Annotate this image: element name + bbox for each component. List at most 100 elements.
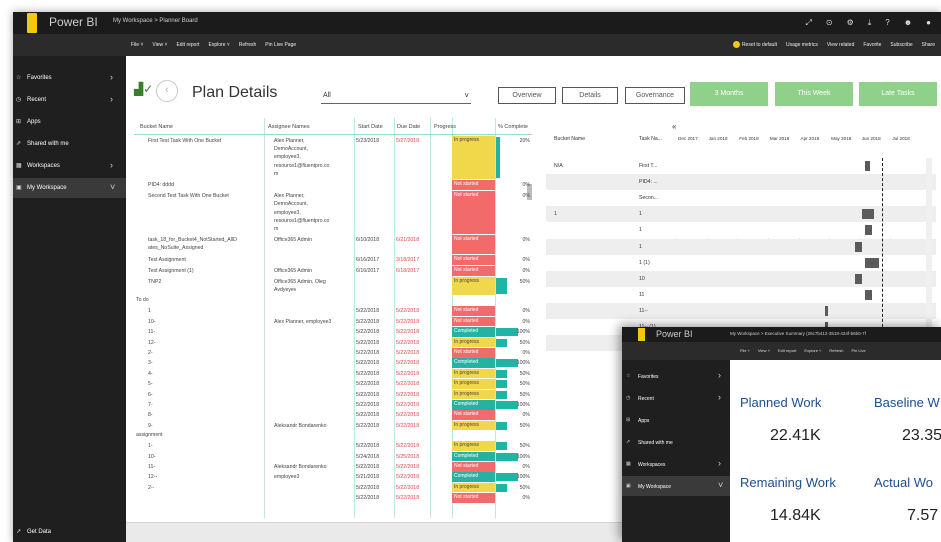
overlay-nav-item[interactable]: ▦ Workspaces › <box>622 454 730 474</box>
cmd-item[interactable]: Edit report <box>176 42 199 48</box>
cmd-item[interactable]: View ˅ <box>152 42 167 48</box>
col-header-progress[interactable]: Progress <box>434 124 456 130</box>
gantt-bar[interactable] <box>854 241 863 252</box>
nav-item-favorites[interactable]: ☆ Favorites › <box>13 68 126 88</box>
gantt-row[interactable]: 11 <box>546 206 936 223</box>
overlay-nav-item[interactable]: ⇗ Shared with me <box>622 432 730 452</box>
gantt-bar[interactable] <box>854 273 863 284</box>
gantt-row[interactable]: 1 <box>546 238 936 255</box>
gantt-task: 1 <box>639 211 642 218</box>
settings-icon[interactable]: ⚙ <box>847 18 854 28</box>
progress-cell: Not started <box>452 265 495 276</box>
col-divider <box>354 118 355 518</box>
overlay-cmd-item[interactable]: Pin Live <box>851 348 865 353</box>
cmd-item[interactable]: File ˅ <box>131 42 143 48</box>
gantt-row[interactable]: 1 <box>546 222 936 239</box>
nav-item-recent[interactable]: ◷ Recent › <box>13 90 126 110</box>
table-cell-start: 5/23/2018 <box>356 138 380 144</box>
table-cell-due: 5/22/2018 <box>396 318 420 325</box>
overlay-command-bar: File ˅ View ˅ Edit report Explore ˅ Refresh P… <box>622 342 941 360</box>
chart-logo-icon: ▟✓ <box>134 82 154 96</box>
overlay-nav-item[interactable]: ◷ Recent › <box>622 388 730 408</box>
cmd-item[interactable]: Pin Live Page <box>265 42 296 48</box>
governance-button[interactable]: Governance <box>625 87 685 104</box>
gantt-header-bucket[interactable]: Bucket Name <box>554 136 585 142</box>
progress-cell: Completed <box>452 327 495 337</box>
notifications-icon[interactable]: ⊙ <box>826 18 833 28</box>
cmd-item[interactable]: Reset to default <box>732 41 777 48</box>
download-icon[interactable]: ⤓ <box>868 18 872 28</box>
gantt-header-task[interactable]: Task Na... <box>639 136 662 142</box>
overlay-cmd-item[interactable]: Refresh <box>829 348 843 353</box>
back-button[interactable]: ‹ <box>156 80 178 102</box>
gantt-bucket: 1 <box>554 211 557 218</box>
cmd-item[interactable]: Share <box>922 42 935 48</box>
gantt-bar[interactable] <box>864 225 872 236</box>
overlay-cmd-item[interactable]: View ˅ <box>758 348 770 353</box>
cmd-item[interactable]: Refresh <box>239 42 257 48</box>
overlay-nav-label: Apps <box>638 418 650 424</box>
collapse-icon[interactable]: « <box>672 122 676 131</box>
overlay-cmd-item[interactable]: Explore ˅ <box>804 348 821 353</box>
gantt-bar[interactable] <box>825 305 828 316</box>
help-icon[interactable]: ? <box>885 18 889 28</box>
table-cell-bucket: Test Assignment (1) <box>148 267 194 274</box>
table-cell-assignee: employee3, <box>274 154 301 161</box>
overlay-nav-item[interactable]: ⊞ Apps <box>622 410 730 430</box>
gantt-row[interactable]: 11 <box>546 286 936 303</box>
gantt-row[interactable]: Secon... <box>546 190 936 207</box>
overlay-command-items: File ˅ View ˅ Edit report Explore ˅ Refresh P… <box>740 348 866 353</box>
table-cell-assignee: Office365 Admin, Oleg <box>274 279 326 285</box>
three-months-button[interactable]: 3 Months <box>690 82 768 106</box>
account-icon[interactable]: ● <box>926 18 931 28</box>
table-cell-due: 6/18/2017 <box>396 267 420 274</box>
table-cell-start: 5/22/2018 <box>356 443 380 450</box>
overlay-cmd-item[interactable]: File ˅ <box>740 348 750 353</box>
nav-item-workspaces[interactable]: ▦ Workspaces › <box>13 156 126 176</box>
gantt-bar[interactable] <box>864 161 870 171</box>
col-header-pct[interactable]: % Complete <box>498 124 528 130</box>
details-button[interactable]: Details <box>562 87 618 104</box>
overlay-cmd-item[interactable]: Edit report <box>778 348 796 353</box>
nav-item-my-workspace[interactable]: ▣ My Workspace ˅ <box>13 178 126 198</box>
table-cell-due: 5/25/2018 <box>396 453 420 460</box>
cmd-item[interactable]: View related <box>827 42 854 48</box>
table-cell-bucket: 2- <box>148 350 153 356</box>
gantt-bar[interactable] <box>864 289 872 300</box>
table-cell-assignee: Alex Planner, <box>274 193 305 200</box>
overlay-breadcrumb[interactable]: My Workspace > Executive Summary (26c7b4… <box>730 331 866 336</box>
overview-button[interactable]: Overview <box>498 87 556 104</box>
table-cell-assignee: Office365 Admin <box>274 267 312 274</box>
get-data-link[interactable]: ↗ Get Data <box>13 522 126 542</box>
bucket-filter-dropdown[interactable]: All ˅ <box>321 91 471 104</box>
expand-icon[interactable]: ⤢ <box>805 18 811 28</box>
gantt-row[interactable]: 1 (1) <box>546 254 936 271</box>
table-cell-due: 5/22/2018 <box>396 339 420 346</box>
col-header-assignee[interactable]: Assignee Names <box>268 124 310 130</box>
nav-item-apps[interactable]: ⊞ Apps <box>13 112 126 132</box>
gantt-bar[interactable] <box>864 257 880 268</box>
command-bar: File ˅ View ˅ Edit report Explore ˅ Refresh P… <box>13 34 941 56</box>
cmd-item[interactable]: Explore ˅ <box>209 42 230 48</box>
gantt-row[interactable]: 10 <box>546 270 936 287</box>
gantt-row[interactable]: 11-- <box>546 302 936 319</box>
col-header-start[interactable]: Start Date <box>358 124 383 130</box>
cmd-item[interactable]: Usage metrics <box>786 42 818 48</box>
overlay-nav-item[interactable]: ▣ My Workspace ˅ <box>622 476 730 496</box>
feedback-icon[interactable]: ☻ <box>904 18 912 28</box>
progress-cell: In progress <box>452 441 495 451</box>
col-header-bucket[interactable]: Bucket Name <box>140 124 173 130</box>
late-tasks-button[interactable]: Late Tasks <box>859 82 937 106</box>
overlay-nav-item[interactable]: ☆ Favorites › <box>622 366 730 386</box>
col-header-due[interactable]: Due Date <box>397 124 420 130</box>
nav-item-shared-with-me[interactable]: ⇗ Shared with me <box>13 134 126 154</box>
this-week-button[interactable]: This Week <box>775 82 853 106</box>
cmd-item[interactable]: Favorite <box>863 42 881 48</box>
gantt-row[interactable]: N/A First T... <box>546 158 936 175</box>
cmd-item[interactable]: Subscribe <box>890 42 912 48</box>
gantt-row[interactable]: PID4: ... <box>546 174 936 191</box>
gantt-bar[interactable] <box>862 209 875 220</box>
table-cell-bucket: 10- <box>148 453 156 460</box>
table-cell-start: 5/22/2018 <box>356 350 380 356</box>
breadcrumb[interactable]: My Workspace > Planner Board <box>113 18 198 24</box>
